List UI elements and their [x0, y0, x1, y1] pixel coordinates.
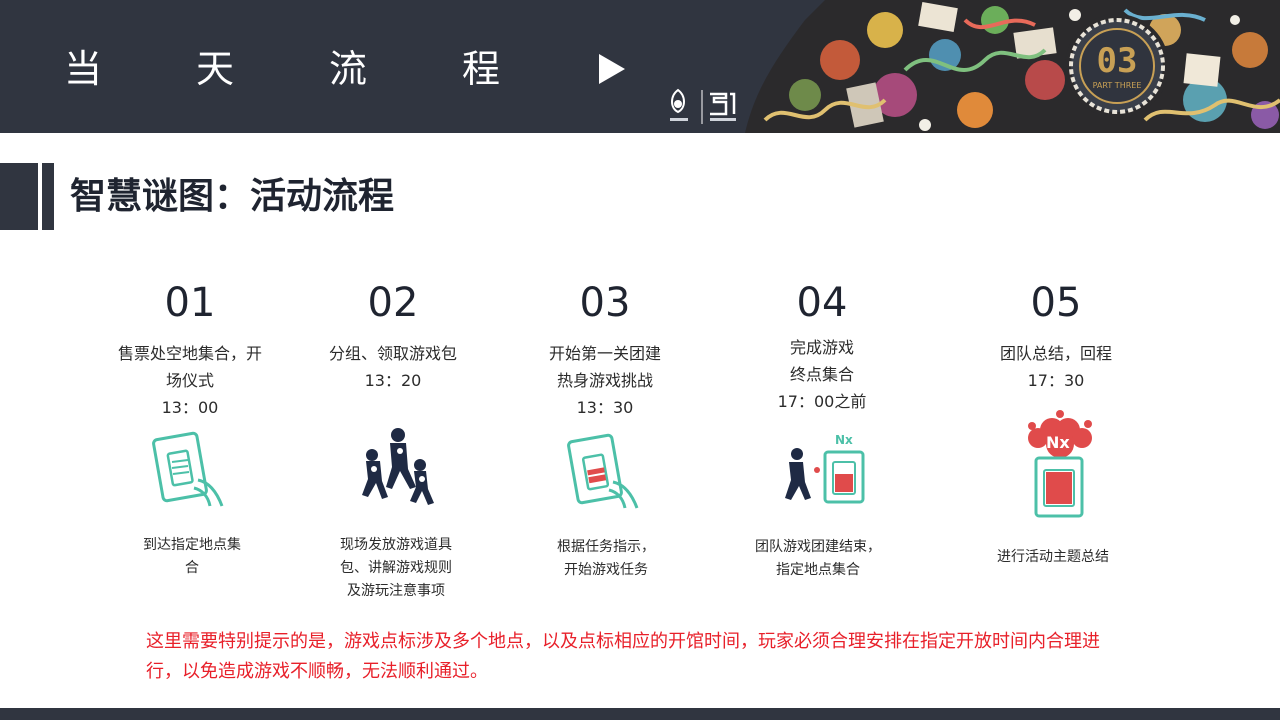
step-caption-line: 现场发放游戏道具	[340, 537, 452, 553]
brand-logos	[670, 88, 736, 124]
tablet-hand-icon	[152, 431, 224, 507]
runner-battery-icon: Nx	[785, 433, 865, 504]
step-description-line: 完成游戏	[789, 338, 854, 357]
section-marker-bar-thin	[42, 163, 54, 230]
step-caption-line: 合	[185, 560, 199, 576]
step-caption: 进行活动主题总结	[953, 546, 1153, 569]
running-team-icon	[362, 428, 434, 505]
nx-label: Nx	[835, 433, 853, 447]
step-caption-line: 进行活动主题总结	[997, 549, 1109, 565]
step-description: 完成游戏 终点集合	[722, 334, 922, 388]
step-caption-line: 及游玩注意事项	[347, 583, 445, 599]
step-description: 开始第一关团建 热身游戏挑战	[505, 340, 705, 394]
step-number: 03	[579, 280, 631, 326]
header-band: 当 天 流 程 03 PART THREE	[0, 0, 1280, 133]
step-3: 03 开始第一关团建 热身游戏挑战 13：30	[505, 280, 705, 421]
step-description-line: 售票处空地集合，开	[117, 344, 262, 363]
company-logo-left	[670, 88, 688, 121]
important-note: 这里需要特别提示的是，游戏点标涉及多个地点，以及点标相应的开馆时间，玩家必须合理…	[146, 631, 1100, 682]
step-2: 02 分组、领取游戏包 13：20	[293, 280, 493, 394]
step-description-line: 开始第一关团建	[548, 344, 661, 363]
step-description-line: 热身游戏挑战	[556, 371, 653, 390]
step-caption: 团队游戏团建结束， 指定地点集合	[718, 536, 918, 582]
header-title-char: 流	[329, 47, 368, 91]
part-number: 03	[1096, 41, 1138, 81]
step-caption-line: 团队游戏团建结束，	[755, 539, 881, 555]
step-caption: 现场发放游戏道具 包、讲解游戏规则 及游玩注意事项	[296, 534, 496, 603]
step-number: 04	[796, 280, 848, 326]
step-caption: 到达指定地点集 合	[92, 534, 292, 580]
part-label: PART THREE	[1092, 81, 1142, 90]
step-number: 02	[367, 280, 419, 326]
step-description: 团队总结，回程	[956, 340, 1156, 367]
step-caption: 根据任务指示， 开始游戏任务	[506, 536, 706, 582]
step-time: 13：30	[576, 398, 634, 417]
step-caption-line: 包、讲解游戏规则	[340, 560, 452, 576]
step-time: 17：30	[1027, 371, 1085, 390]
step-time: 13：00	[161, 398, 219, 417]
header-title: 当 天 流 程	[0, 0, 640, 133]
step-time: 17：00之前	[777, 392, 867, 411]
step-caption-line: 到达指定地点集	[143, 537, 241, 553]
battery-burst-icon: Nx	[1028, 410, 1092, 518]
header-title-char: 天	[196, 47, 235, 91]
step-caption-line: 根据任务指示，	[557, 539, 655, 555]
step-4: 04 完成游戏 终点集合 17：00之前	[722, 280, 922, 415]
step-caption-line: 开始游戏任务	[564, 562, 648, 578]
step-5: 05 团队总结，回程 17：30	[956, 280, 1156, 394]
step-caption-line: 指定地点集合	[776, 562, 860, 578]
step-description-line: 终点集合	[789, 365, 854, 384]
footer-band	[0, 708, 1280, 720]
play-arrow-icon	[599, 54, 625, 84]
step-description: 分组、领取游戏包	[293, 340, 493, 367]
company-logo-right	[710, 92, 736, 121]
section-marker-bar	[0, 163, 38, 230]
step-number: 01	[164, 280, 216, 326]
tablet-battery-icon	[567, 433, 639, 509]
step-description: 售票处空地集合，开 场仪式	[90, 340, 290, 394]
section-title: 智慧谜图：活动流程	[70, 176, 395, 217]
step-1: 01 售票处空地集合，开 场仪式 13：00	[90, 280, 290, 421]
step-description-line: 场仪式	[165, 371, 214, 390]
header-title-char: 当	[64, 47, 103, 91]
step-time: 13：20	[364, 371, 422, 390]
step-description-line: 分组、领取游戏包	[328, 344, 457, 363]
nx-label: Nx	[1046, 433, 1070, 452]
header-title-char: 程	[462, 47, 501, 91]
step-number: 05	[1030, 280, 1082, 326]
step-description-line: 团队总结，回程	[999, 344, 1112, 363]
doodle-collage	[745, 0, 1280, 133]
